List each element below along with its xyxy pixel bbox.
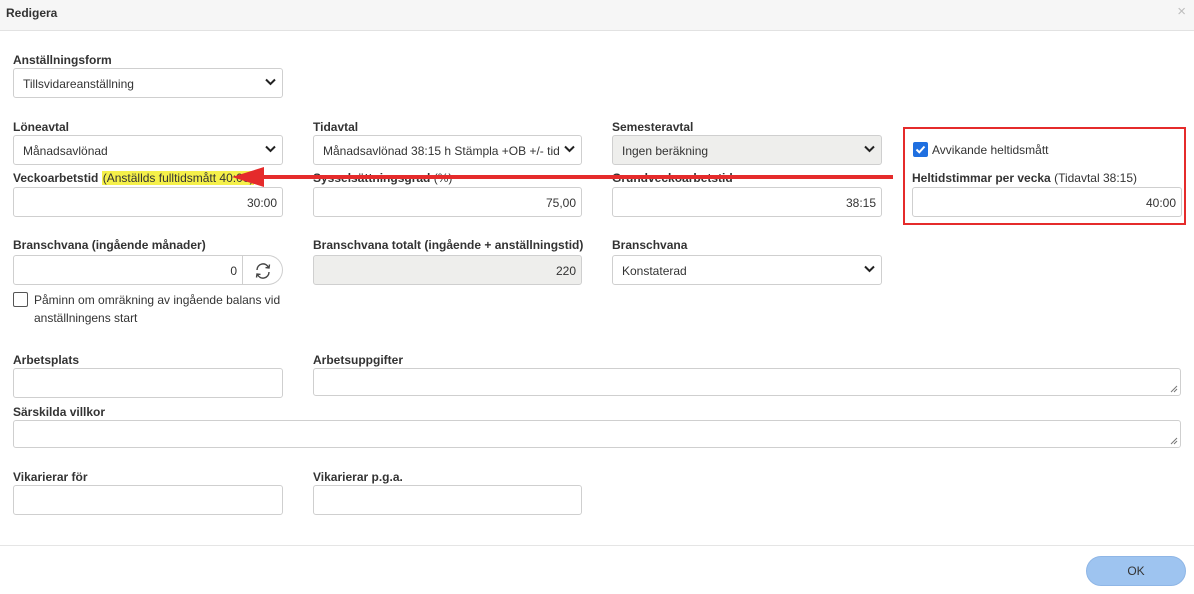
industry-total-label: Branschvana totalt (ingående + anställni…: [313, 238, 584, 252]
industry-experience-label: Branschvana (ingående månader): [13, 238, 206, 252]
industry-total-value: 220: [555, 264, 576, 278]
refresh-icon: [255, 263, 271, 279]
substitute-for-input[interactable]: [13, 485, 283, 515]
employment-rate-input[interactable]: 75,00: [313, 187, 582, 217]
dialog-title: Redigera: [6, 6, 58, 20]
salary-agreement-select[interactable]: Månadsavlönad: [13, 135, 283, 165]
employment-form-value: Tillsvidareanställning: [23, 77, 134, 91]
chevron-down-icon: [564, 145, 575, 153]
weekly-hours-value: 30:00: [246, 196, 277, 210]
weekly-hours-label: Veckoarbetstid (Anställds fulltidsmått 4…: [13, 171, 255, 185]
chevron-down-icon: [864, 265, 875, 273]
industry-experience-input[interactable]: 0: [13, 255, 243, 285]
workplace-input[interactable]: [13, 368, 283, 398]
salary-agreement-value: Månadsavlönad: [23, 144, 108, 158]
annotation-box: [903, 127, 1186, 225]
base-weekly-hours-input[interactable]: 38:15: [612, 187, 882, 217]
refresh-button[interactable]: [243, 255, 283, 285]
industry-experience-value: 0: [230, 264, 237, 278]
chevron-down-icon: [265, 145, 276, 153]
chevron-down-icon: [265, 78, 276, 86]
industry-select[interactable]: Konstaterad: [612, 255, 882, 285]
time-agreement-value: Månadsavlönad 38:15 h Stämpla +OB +/- ti…: [323, 144, 560, 158]
reminder-label-line2: anställningens start: [34, 311, 138, 325]
vacation-agreement-value: Ingen beräkning: [622, 144, 709, 158]
industry-label: Branschvana: [612, 238, 688, 252]
tasks-textarea[interactable]: [313, 368, 1181, 396]
chevron-down-icon: [864, 145, 875, 153]
special-terms-label: Särskilda villkor: [13, 405, 106, 419]
salary-agreement-label: Löneavtal: [13, 120, 70, 134]
ok-button[interactable]: OK: [1086, 556, 1186, 586]
employment-form-label: Anställningsform: [13, 53, 112, 67]
resize-grip-icon[interactable]: [1170, 437, 1178, 445]
resize-grip-icon[interactable]: [1170, 385, 1178, 393]
industry-total-input: 220: [313, 255, 582, 285]
annotation-arrow: [232, 167, 893, 187]
weekly-hours-label-text: Veckoarbetstid: [13, 171, 99, 185]
weekly-hours-input[interactable]: 30:00: [13, 187, 283, 217]
dialog-header: Redigera ×: [0, 0, 1194, 31]
substitute-reason-label: Vikarierar p.g.a.: [313, 470, 403, 484]
workplace-label: Arbetsplats: [13, 353, 80, 367]
vacation-agreement-label: Semesteravtal: [612, 120, 694, 134]
industry-value: Konstaterad: [622, 264, 687, 278]
employment-rate-value: 75,00: [545, 196, 576, 210]
close-icon[interactable]: ×: [1177, 3, 1186, 20]
time-agreement-label: Tidavtal: [313, 120, 359, 134]
vacation-agreement-select[interactable]: Ingen beräkning: [612, 135, 882, 165]
special-terms-textarea[interactable]: [13, 420, 1181, 448]
substitute-reason-input[interactable]: [313, 485, 582, 515]
time-agreement-select[interactable]: Månadsavlönad 38:15 h Stämpla +OB +/- ti…: [313, 135, 582, 165]
tasks-label: Arbetsuppgifter: [313, 353, 403, 367]
employment-form-select[interactable]: Tillsvidareanställning: [13, 68, 283, 98]
reminder-label-line1: Påminn om omräkning av ingående balans v…: [34, 293, 281, 307]
base-weekly-hours-value: 38:15: [845, 196, 876, 210]
substitute-for-label: Vikarierar för: [13, 470, 88, 484]
reminder-checkbox[interactable]: [13, 292, 28, 307]
footer-divider: [0, 545, 1194, 546]
